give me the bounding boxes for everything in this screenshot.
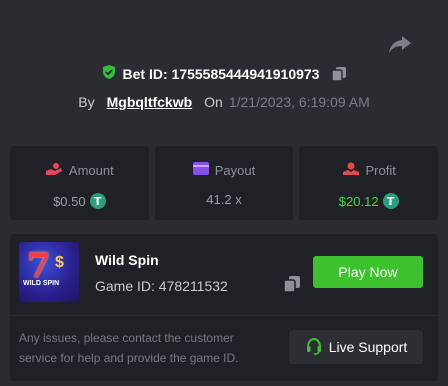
game-id: Game ID: 478211532 bbox=[95, 278, 228, 294]
profit-value: $20.12 bbox=[338, 193, 379, 209]
payout-label: Payout bbox=[214, 162, 256, 178]
username-link[interactable]: Mgbqltfckwb bbox=[107, 94, 193, 110]
shield-check-icon bbox=[101, 64, 117, 85]
live-support-button[interactable]: Live Support bbox=[289, 330, 423, 364]
amount-value: $0.50 bbox=[53, 193, 86, 209]
bet-id-row: Bet ID: 1755585444941910973 bbox=[0, 64, 448, 84]
on-label: On bbox=[204, 94, 223, 110]
bet-stats: Amount $0.50 T Payout 41.2 x Profit $20.… bbox=[10, 146, 439, 220]
play-now-button[interactable]: Play Now bbox=[313, 256, 423, 288]
payout-card-icon bbox=[192, 162, 209, 178]
game-thumbnail[interactable]: 7 $ WILD SPIN bbox=[19, 242, 79, 302]
tether-coin-icon: T bbox=[382, 193, 399, 209]
game-card: 7 $ WILD SPIN Wild Spin Game ID: 4782115… bbox=[10, 234, 438, 381]
profit-icon bbox=[342, 162, 360, 179]
headset-icon bbox=[305, 337, 323, 358]
profit-label: Profit bbox=[365, 163, 396, 178]
share-icon[interactable] bbox=[388, 34, 412, 54]
game-title: Wild Spin bbox=[95, 252, 159, 268]
payout-value: 41.2 x bbox=[206, 192, 242, 207]
bet-date: 1/21/2023, 6:19:09 AM bbox=[228, 94, 370, 110]
tether-coin-icon: T bbox=[89, 193, 106, 209]
copy-icon[interactable] bbox=[331, 66, 347, 82]
divider bbox=[10, 315, 438, 316]
bet-meta: By Mgbqltfckwb On 1/21/2023, 6:19:09 AM bbox=[0, 92, 448, 112]
amount-label: Amount bbox=[68, 163, 114, 178]
support-message: Any issues, please contact the customer … bbox=[19, 331, 239, 365]
payout-card: Payout 41.2 x bbox=[154, 146, 294, 220]
bet-id: Bet ID: 1755585444941910973 bbox=[122, 66, 320, 82]
copy-icon[interactable] bbox=[283, 275, 301, 293]
live-support-label: Live Support bbox=[328, 339, 408, 355]
amount-card: Amount $0.50 T bbox=[10, 146, 149, 220]
thumbnail-text: WILD SPIN bbox=[23, 280, 60, 287]
by-label: By bbox=[78, 94, 95, 110]
profit-card: Profit $20.12 T bbox=[299, 146, 439, 220]
amount-icon bbox=[45, 162, 63, 179]
